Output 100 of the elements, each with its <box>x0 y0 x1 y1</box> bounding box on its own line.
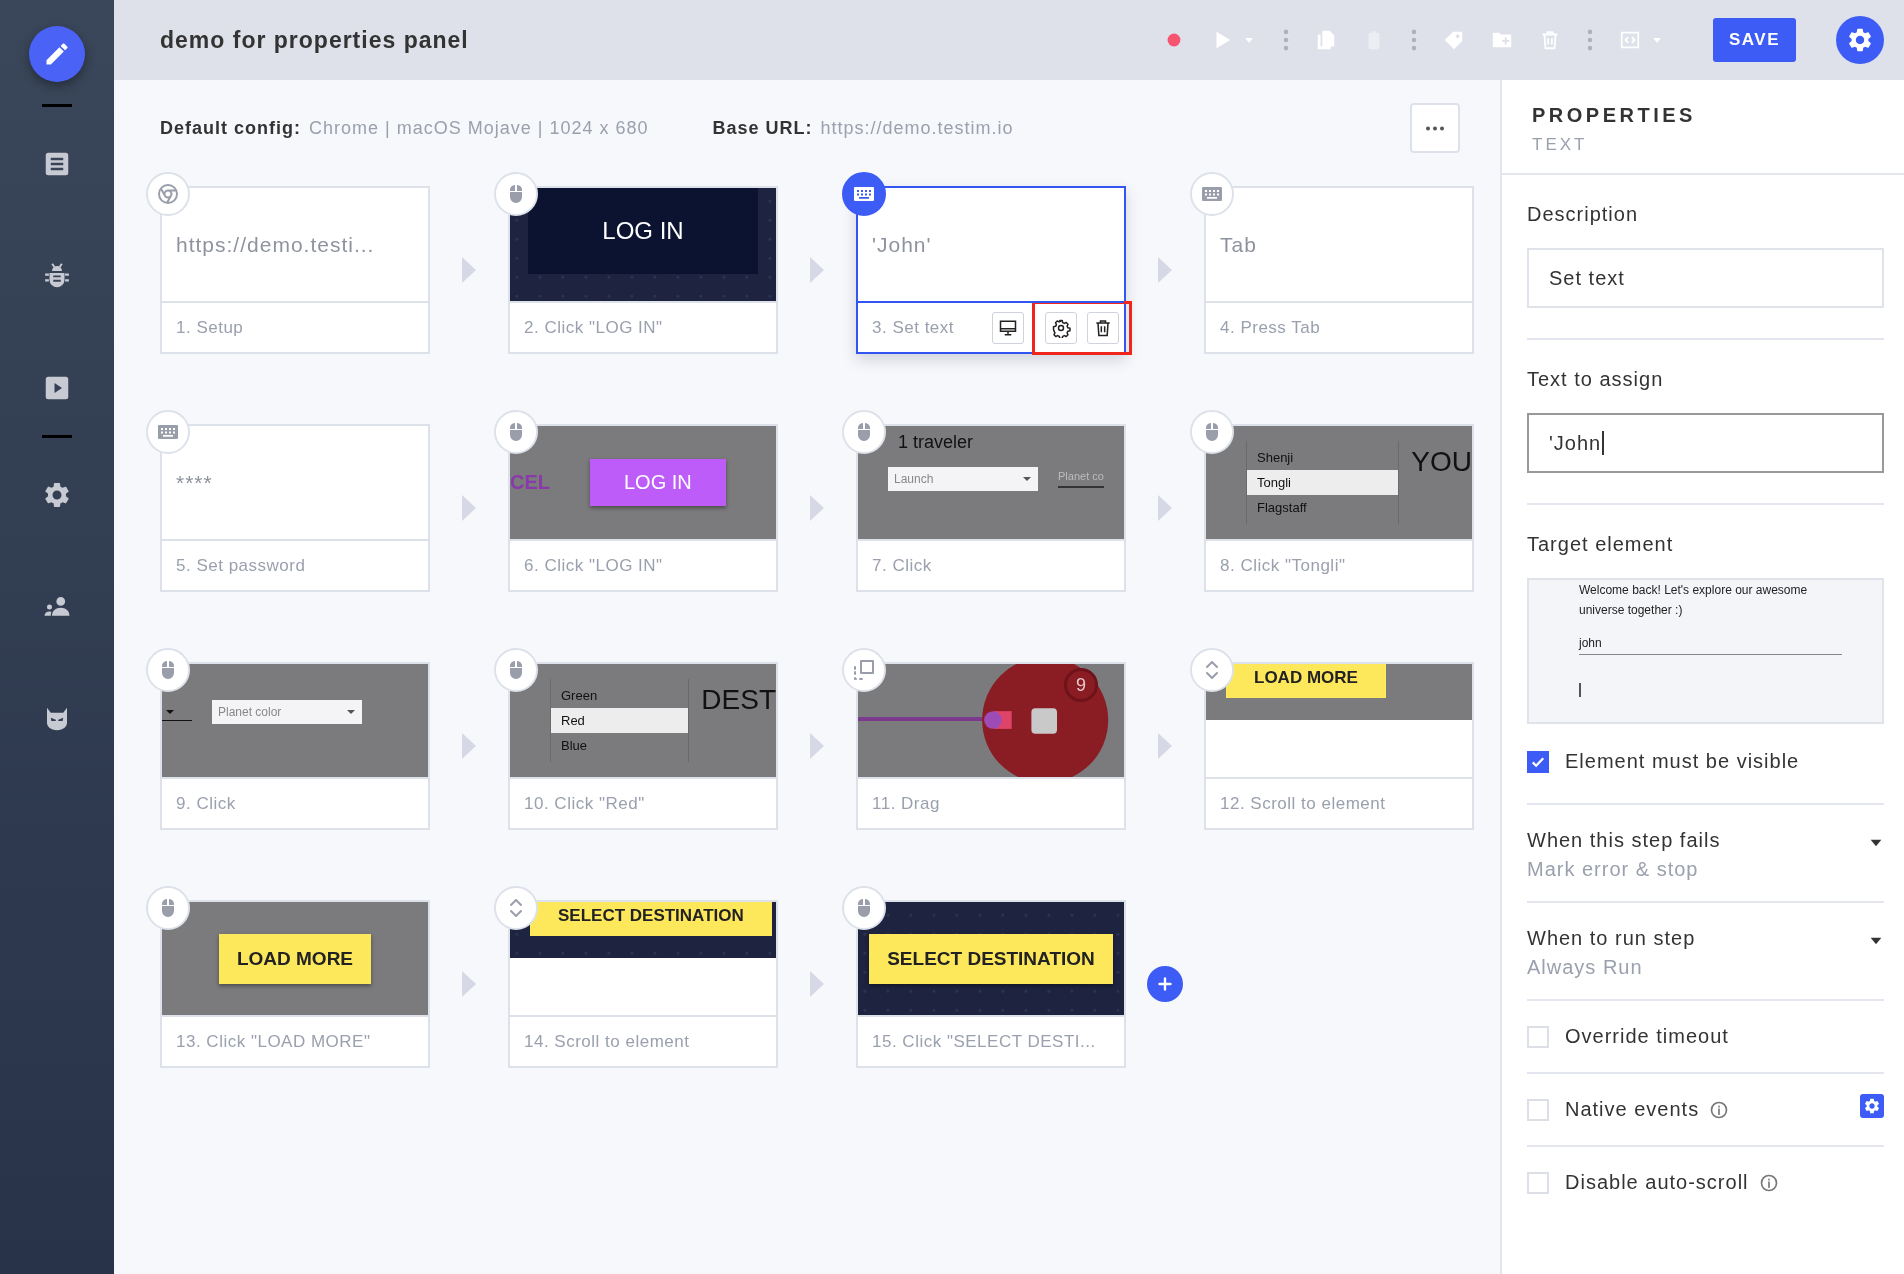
page-text: YOU <box>1411 446 1472 478</box>
info-icon[interactable] <box>1758 1172 1779 1193</box>
next-arrow-icon <box>1158 257 1172 283</box>
step-label: 4. Press Tab <box>1220 317 1322 338</box>
page-option: Tongli <box>1247 470 1399 495</box>
dropdown-value: Mark error & stop <box>1527 858 1700 881</box>
page-text: CEL <box>510 471 550 494</box>
page-option: Flagstaff <box>1247 495 1399 520</box>
more-icon <box>1425 125 1445 131</box>
page-text: Welcome back! Let's explore our awesome universe together :) <box>1579 582 1809 619</box>
vertical-dots-button[interactable] <box>1410 29 1417 51</box>
step-label: 13. Click "LOAD MORE" <box>176 1031 372 1052</box>
tag-icon <box>1442 29 1465 51</box>
page-input: john <box>1579 636 1842 655</box>
text-field[interactable]: 'John <box>1527 413 1884 473</box>
drag-handle-drawing <box>984 711 1012 729</box>
sidebar-item[interactable] <box>42 480 72 510</box>
info-icon[interactable] <box>1709 1099 1730 1120</box>
description-field[interactable]: Set text <box>1527 248 1884 308</box>
trash-icon <box>1093 317 1113 338</box>
page-option: Red <box>551 708 689 733</box>
step-label: 8. Click "Tongli" <box>1220 555 1347 576</box>
step-label: 14. Scroll to element <box>524 1031 691 1052</box>
vertical-dots-button[interactable] <box>1586 29 1593 51</box>
settings-icon <box>1863 1096 1881 1115</box>
target-element-preview[interactable]: Welcome back! Let's explore our awesome universe together :) john <box>1527 578 1884 724</box>
dropdown-field[interactable]: When this step fails Mark error & stop <box>1527 805 1884 903</box>
checkbox-label: Element must be visible <box>1565 750 1800 773</box>
settings-icon <box>1846 26 1874 54</box>
step-preview-text: **** <box>175 470 213 495</box>
next-arrow-icon <box>462 733 476 759</box>
caret-icon <box>346 709 356 715</box>
more-button[interactable] <box>1410 103 1460 153</box>
page-button: LOAD MORE <box>1226 664 1386 698</box>
properties-toggle-button[interactable] <box>1836 16 1884 64</box>
step-card[interactable]: Shenji Tongli Flagstaff YOU 8. Click "Tongli" <box>1204 424 1474 592</box>
checkbox[interactable] <box>1527 750 1549 773</box>
page-button: LOG IN <box>528 188 758 274</box>
step-label: 12. Scroll to element <box>1220 793 1387 814</box>
step-label: 11. Drag <box>872 793 941 814</box>
step-label: 5. Set password <box>176 555 307 576</box>
step-card[interactable]: 9 11. Drag <box>856 662 1126 830</box>
next-arrow-icon <box>1158 733 1172 759</box>
page-option: Shenji <box>1247 445 1399 470</box>
step-card[interactable]: LOG IN 2. Click "LOG IN" <box>508 186 778 354</box>
page-text: Planet co <box>1058 470 1104 488</box>
page-option: Blue <box>551 733 689 758</box>
add-step-button[interactable] <box>1147 966 1183 1002</box>
step-label: 1. Setup <box>176 317 245 338</box>
dropdown-label: When this step fails <box>1527 829 1722 852</box>
step-settings-button[interactable] <box>1045 311 1077 344</box>
step-card[interactable]: SELECT DESTINATION 14. Scroll to element <box>508 900 778 1068</box>
page-button: SELECT DESTINATION <box>530 902 772 936</box>
next-arrow-icon <box>462 495 476 521</box>
panel-title: PROPERTIES <box>1532 104 1697 127</box>
field-label: Text to assign <box>1527 368 1665 391</box>
step-preview-text: 'John' <box>871 232 932 257</box>
drag-icon <box>852 658 876 682</box>
base-url-label: Base URL: <box>712 117 813 139</box>
step-label: 9. Click <box>176 793 237 814</box>
settings-button[interactable] <box>1860 1093 1884 1118</box>
step-card[interactable]: 1 traveler Launch Planet co 7. Click <box>856 424 1126 592</box>
next-arrow-icon <box>810 495 824 521</box>
page-button: LOG IN <box>590 459 726 506</box>
settings-icon <box>1051 317 1071 338</box>
tag-button[interactable] <box>1442 29 1465 51</box>
panel-subtitle: TEXT <box>1532 135 1589 155</box>
caret-icon <box>1022 476 1032 482</box>
step-label: 10. Click "Red" <box>524 793 646 814</box>
delete-button[interactable] <box>1087 311 1119 344</box>
screenshot-button[interactable] <box>992 311 1024 344</box>
page-text: DEST <box>701 684 776 716</box>
step-label: 15. Click "SELECT DESTI... <box>872 1031 1097 1052</box>
step-card[interactable]: SELECT DESTINATION 15. Click "SELECT DESTI... <box>856 900 1126 1068</box>
checkbox-label: Native events <box>1565 1098 1700 1121</box>
step-preview-text: Tab <box>1219 232 1257 257</box>
test-title: demo for properties panel <box>160 26 470 54</box>
vertical-dots-button[interactable] <box>1282 29 1289 51</box>
step-card[interactable]: LOAD MORE 13. Click "LOAD MORE" <box>160 900 430 1068</box>
code-button[interactable] <box>1618 29 1641 51</box>
next-arrow-icon <box>1158 495 1172 521</box>
page-option: Green <box>551 683 689 708</box>
dropdown-value: Always Run <box>1527 956 1644 979</box>
dropdown-field[interactable]: When to run step Always Run <box>1527 903 1884 1001</box>
page-button: SELECT DESTINATION <box>869 933 1113 984</box>
vertical-dots-icon <box>1586 29 1593 51</box>
vertical-dots-icon <box>1282 29 1289 51</box>
vertical-dots-icon <box>1410 29 1417 51</box>
dropdown-label: When to run step <box>1527 927 1697 950</box>
checkbox-label: Disable auto-scroll <box>1565 1171 1749 1194</box>
step-card[interactable]: LOAD MORE 12. Scroll to element <box>1204 662 1474 830</box>
next-arrow-icon <box>462 971 476 997</box>
page-select: Launch <box>888 467 1038 491</box>
page-button: LOAD MORE <box>218 933 372 984</box>
step-card[interactable]: Green Red Blue DEST 10. Click "Red" <box>508 662 778 830</box>
field-label: Description <box>1527 203 1640 226</box>
save-button[interactable]: SAVE <box>1712 18 1796 62</box>
code-icon <box>1618 29 1641 51</box>
edit-button[interactable] <box>29 26 85 82</box>
page-select: Planet color <box>212 700 362 724</box>
